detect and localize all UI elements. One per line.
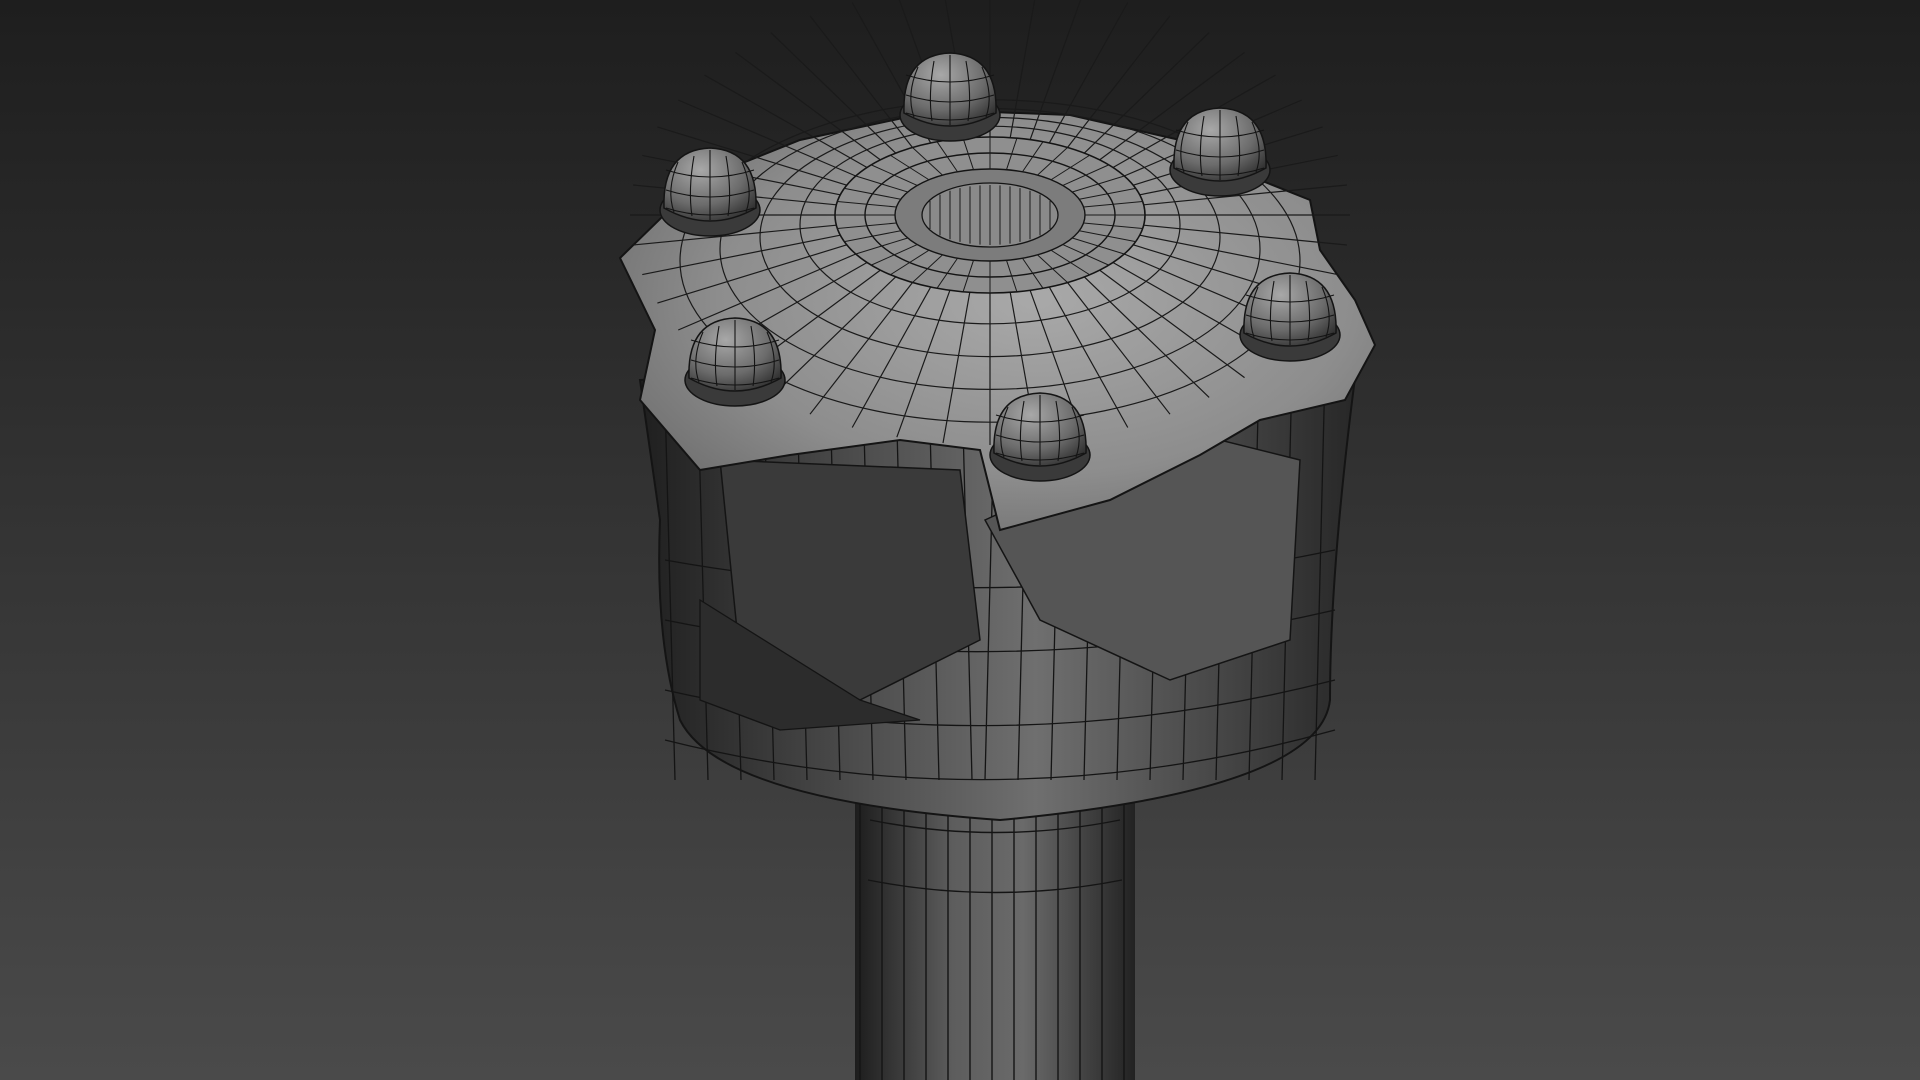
- handle-shaft: [855, 790, 1135, 1080]
- 3d-viewport[interactable]: [0, 0, 1920, 1080]
- scene-render: [0, 0, 1920, 1080]
